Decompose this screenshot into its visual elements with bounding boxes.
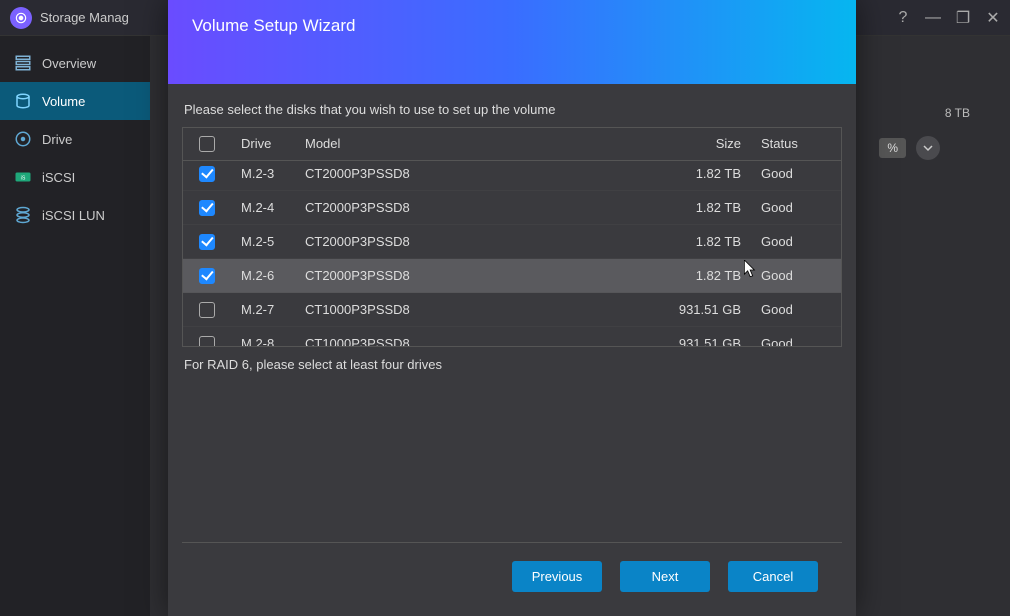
cell-status: Good xyxy=(751,228,841,255)
cell-drive: M.2-6 xyxy=(231,262,295,289)
next-button[interactable]: Next xyxy=(620,561,710,592)
table-row[interactable]: M.2-4CT2000P3PSSD81.82 TBGood xyxy=(183,191,841,225)
sidebar-item-label: iSCSI LUN xyxy=(42,208,105,223)
help-button[interactable]: ? xyxy=(896,11,910,25)
volume-setup-wizard: Volume Setup Wizard Please select the di… xyxy=(168,0,856,616)
col-drive[interactable]: Drive xyxy=(231,128,295,160)
sidebar-item-overview[interactable]: Overview xyxy=(0,44,150,82)
row-checkbox[interactable] xyxy=(199,302,215,318)
modal-instruction: Please select the disks that you wish to… xyxy=(168,102,856,127)
disk-table: Drive Model Size Status M.2-3CT2000P3PSS… xyxy=(182,127,842,347)
cell-drive: M.2-5 xyxy=(231,228,295,255)
maximize-button[interactable]: ❐ xyxy=(956,11,970,25)
table-row[interactable]: M.2-7CT1000P3PSSD8931.51 GBGood xyxy=(183,293,841,327)
col-size[interactable]: Size xyxy=(661,128,751,160)
sidebar: Overview Volume Drive iS iSCSI iSCSI LUN xyxy=(0,36,150,616)
table-body[interactable]: M.2-3CT2000P3PSSD81.82 TBGoodM.2-4CT2000… xyxy=(183,161,841,346)
cancel-button[interactable]: Cancel xyxy=(728,561,818,592)
cell-model: CT2000P3PSSD8 xyxy=(295,194,661,221)
cell-model: CT1000P3PSSD8 xyxy=(295,296,661,323)
cell-status: Good xyxy=(751,296,841,323)
select-all-checkbox[interactable] xyxy=(199,136,215,152)
app-icon xyxy=(10,7,32,29)
sidebar-item-label: Drive xyxy=(42,132,72,147)
row-checkbox[interactable] xyxy=(199,268,215,284)
table-header: Drive Model Size Status xyxy=(183,128,841,161)
iscsi-lun-icon xyxy=(14,206,32,224)
sidebar-item-label: iSCSI xyxy=(42,170,75,185)
table-row[interactable]: M.2-5CT2000P3PSSD81.82 TBGood xyxy=(183,225,841,259)
cell-size: 1.82 TB xyxy=(661,228,751,255)
sidebar-item-label: Overview xyxy=(42,56,96,71)
row-checkbox[interactable] xyxy=(199,166,215,182)
modal-footer: Previous Next Cancel xyxy=(182,542,842,616)
sidebar-item-iscsi-lun[interactable]: iSCSI LUN xyxy=(0,196,150,234)
cell-size: 931.51 GB xyxy=(661,330,751,346)
cell-model: CT1000P3PSSD8 xyxy=(295,330,661,346)
cell-status: Good xyxy=(751,330,841,346)
cell-size: 1.82 TB xyxy=(661,161,751,187)
cell-status: Good xyxy=(751,161,841,187)
chevron-down-icon[interactable] xyxy=(916,136,940,160)
row-checkbox[interactable] xyxy=(199,234,215,250)
sidebar-item-volume[interactable]: Volume xyxy=(0,82,150,120)
col-status[interactable]: Status xyxy=(751,128,841,160)
modal-header: Volume Setup Wizard xyxy=(168,0,856,84)
col-model[interactable]: Model xyxy=(295,128,661,160)
cell-model: CT2000P3PSSD8 xyxy=(295,161,661,187)
drive-icon xyxy=(14,130,32,148)
svg-text:iS: iS xyxy=(21,175,26,181)
cell-drive: M.2-7 xyxy=(231,296,295,323)
table-row[interactable]: M.2-8CT1000P3PSSD8931.51 GBGood xyxy=(183,327,841,346)
cell-size: 1.82 TB xyxy=(661,194,751,221)
cell-drive: M.2-3 xyxy=(231,161,295,187)
cell-model: CT2000P3PSSD8 xyxy=(295,262,661,289)
overview-icon xyxy=(14,54,32,72)
previous-button[interactable]: Previous xyxy=(512,561,602,592)
modal-title: Volume Setup Wizard xyxy=(192,16,355,36)
sidebar-item-drive[interactable]: Drive xyxy=(0,120,150,158)
cell-drive: M.2-4 xyxy=(231,194,295,221)
cell-size: 931.51 GB xyxy=(661,296,751,323)
volume-icon xyxy=(14,92,32,110)
capacity-info: 8 TB xyxy=(945,106,970,120)
cell-status: Good xyxy=(751,194,841,221)
capacity-text: 8 TB xyxy=(945,106,970,120)
cell-size: 1.82 TB xyxy=(661,262,751,289)
minimize-button[interactable]: — xyxy=(926,11,940,25)
cell-model: CT2000P3PSSD8 xyxy=(295,228,661,255)
raid-hint: For RAID 6, please select at least four … xyxy=(168,347,856,372)
row-checkbox[interactable] xyxy=(199,336,215,347)
sidebar-item-iscsi[interactable]: iS iSCSI xyxy=(0,158,150,196)
row-checkbox[interactable] xyxy=(199,200,215,216)
window-controls: ? — ❐ ✕ xyxy=(896,11,1000,25)
close-button[interactable]: ✕ xyxy=(986,11,1000,25)
cell-status: Good xyxy=(751,262,841,289)
percent-badge: % xyxy=(879,138,906,158)
iscsi-icon: iS xyxy=(14,168,32,186)
cell-drive: M.2-8 xyxy=(231,330,295,346)
sidebar-item-label: Volume xyxy=(42,94,85,109)
table-row[interactable]: M.2-3CT2000P3PSSD81.82 TBGood xyxy=(183,161,841,191)
table-row[interactable]: M.2-6CT2000P3PSSD81.82 TBGood xyxy=(183,259,841,293)
